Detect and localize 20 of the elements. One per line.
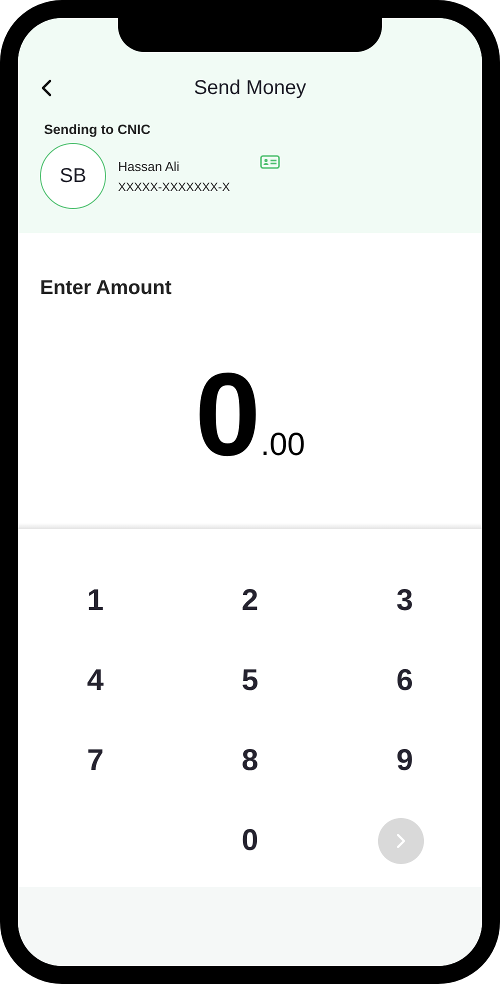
back-icon[interactable] [40,79,54,97]
recipient-cnic: XXXXX-XXXXXXX-X [118,180,230,194]
amount-label: Enter Amount [40,277,172,300]
recipient-name: Hassan Ali [118,158,180,174]
amount-value: 0 [194,356,261,474]
amount-decimal: .00 [260,426,306,463]
keypad-key[interactable]: 2 [232,580,268,622]
keypad-key[interactable]: 7 [76,740,114,782]
keypad-key[interactable]: 1 [76,580,114,622]
avatar: SB [40,143,106,209]
keypad-key[interactable]: 5 [232,660,268,702]
keypad-key[interactable]: 0 [232,820,268,862]
keypad-key[interactable]: 6 [386,660,423,702]
id-card-icon [260,155,280,169]
section-label: Sending to CNIC [44,122,152,137]
keypad-key[interactable]: 8 [232,740,268,782]
keypad-key[interactable]: 3 [386,580,423,622]
screen-title: Send Money [192,76,308,100]
keypad-key[interactable]: 4 [76,660,114,702]
keypad-key[interactable]: 9 [386,740,423,782]
